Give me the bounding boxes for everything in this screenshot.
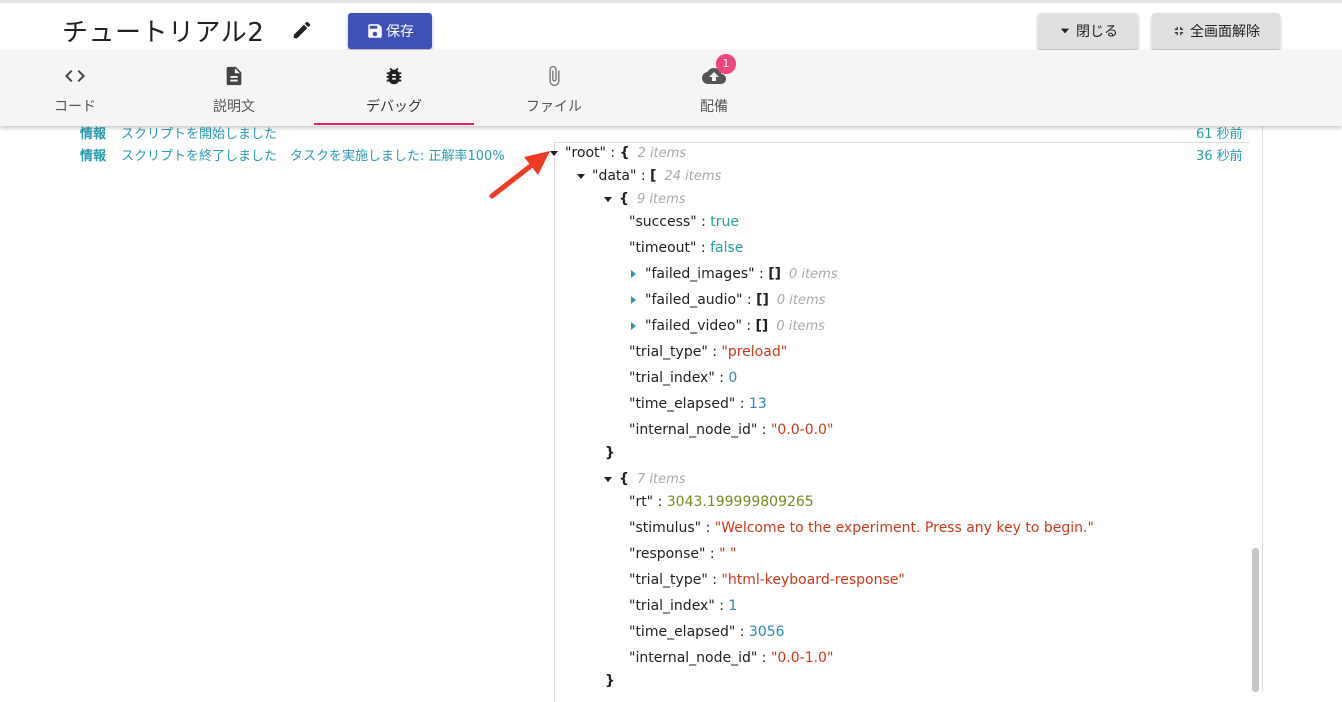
caret-down-icon bbox=[1060, 28, 1070, 34]
collapse-toggle-icon[interactable] bbox=[631, 322, 636, 330]
log-level: 情報 bbox=[80, 149, 107, 164]
collapse-toggle-icon[interactable] bbox=[631, 296, 636, 304]
exit-fullscreen-icon bbox=[1174, 26, 1184, 36]
tab-deploy[interactable]: 1 配備 bbox=[639, 50, 789, 126]
item-count: 2 items bbox=[637, 146, 687, 161]
json-entry: "trial_type" : "html-keyboard-response" bbox=[629, 572, 905, 588]
json-entry: "internal_node_id" : "0.0-1.0" bbox=[629, 650, 834, 666]
tab-deploy-label: 配備 bbox=[700, 99, 728, 115]
json-node-array[interactable]: "failed_images" : [] 0 items bbox=[631, 265, 838, 284]
json-close-brace: } bbox=[605, 673, 615, 689]
paperclip-icon bbox=[479, 64, 629, 88]
json-key: "data" bbox=[592, 168, 637, 184]
item-count: 9 items bbox=[636, 192, 686, 207]
save-disk-icon bbox=[368, 24, 382, 38]
json-node-root[interactable]: "root" : {2 items bbox=[550, 144, 686, 163]
annotation-arrow-icon bbox=[489, 151, 550, 199]
json-entry: "trial_index" : 1 bbox=[629, 598, 738, 614]
exit-fullscreen-label: 全画面解除 bbox=[1190, 24, 1260, 40]
json-entry: "success" : true bbox=[629, 214, 740, 230]
log-message: スクリプトを終了しました タスクを実施しました: 正解率100% bbox=[121, 149, 505, 164]
tab-debug[interactable]: デバッグ bbox=[319, 50, 469, 126]
tab-files-label: ファイル bbox=[526, 99, 582, 115]
close-button-label: 閉じる bbox=[1076, 24, 1118, 40]
json-entry: "trial_type" : "preload" bbox=[629, 344, 788, 360]
active-tab-indicator bbox=[314, 123, 474, 125]
panel-divider bbox=[1262, 126, 1263, 692]
edit-pencil-icon[interactable] bbox=[291, 19, 313, 41]
tab-code[interactable]: コード bbox=[0, 50, 150, 126]
page-title: チュートリアル2 bbox=[62, 18, 265, 48]
json-entry: "internal_node_id" : "0.0-0.0" bbox=[629, 422, 834, 438]
tab-code-label: コード bbox=[54, 99, 96, 115]
json-entry: "time_elapsed" : 3056 bbox=[629, 624, 785, 640]
json-entry: "time_elapsed" : 13 bbox=[629, 396, 767, 412]
tab-debug-label: デバッグ bbox=[366, 99, 422, 115]
tab-description-label: 説明文 bbox=[213, 99, 255, 115]
exit-fullscreen-button[interactable]: 全画面解除 bbox=[1152, 13, 1280, 49]
collapse-toggle-icon[interactable] bbox=[631, 270, 636, 278]
tab-bar: コード 説明文 デバッグ ファイル 1 配備 bbox=[0, 50, 1342, 126]
json-key: "root" bbox=[565, 145, 606, 161]
json-node-array[interactable]: "failed_audio" : [] 0 items bbox=[631, 291, 825, 310]
json-entry: "timeout" : false bbox=[629, 240, 744, 256]
json-node-object[interactable]: {7 items bbox=[604, 470, 686, 489]
code-icon bbox=[0, 64, 150, 88]
scrollbar-thumb[interactable] bbox=[1252, 548, 1259, 692]
debug-log: 情報 スクリプトを開始しました 61 秒前 情報 スクリプトを終了しました タスクを… bbox=[0, 126, 1342, 702]
tab-files[interactable]: ファイル bbox=[479, 50, 629, 126]
document-icon bbox=[159, 64, 309, 88]
deploy-notification-badge: 1 bbox=[716, 54, 736, 74]
json-node-array[interactable]: "failed_video" : [] 0 items bbox=[631, 317, 825, 336]
json-entry: "rt" : 3043.199999809265 bbox=[629, 494, 814, 510]
save-button-label: 保存 bbox=[386, 24, 414, 40]
cloud-upload-icon: 1 bbox=[639, 54, 789, 88]
app-header: チュートリアル2 保存 閉じる 全画面解除 bbox=[0, 0, 1342, 50]
log-entry: 情報 スクリプトを終了しました タスクを実施しました: 正解率100% bbox=[80, 145, 505, 164]
expand-toggle-icon[interactable] bbox=[604, 196, 612, 202]
json-entry: "response" : " " bbox=[629, 546, 737, 562]
item-count: 7 items bbox=[636, 472, 686, 487]
expand-toggle-icon[interactable] bbox=[604, 476, 612, 482]
json-entry: "stimulus" : "Welcome to the experiment.… bbox=[629, 520, 1094, 536]
json-entry: "trial_index" : 0 bbox=[629, 370, 738, 386]
close-button[interactable]: 閉じる bbox=[1038, 13, 1138, 49]
bug-icon bbox=[319, 64, 469, 88]
json-node-data[interactable]: "data" : [24 items bbox=[577, 167, 721, 186]
json-node-object[interactable]: {9 items bbox=[604, 190, 686, 209]
item-count: 24 items bbox=[664, 169, 722, 184]
tab-description[interactable]: 説明文 bbox=[159, 50, 309, 126]
json-close-brace: } bbox=[605, 445, 615, 461]
expand-toggle-icon[interactable] bbox=[577, 173, 585, 179]
save-button[interactable]: 保存 bbox=[348, 13, 432, 49]
